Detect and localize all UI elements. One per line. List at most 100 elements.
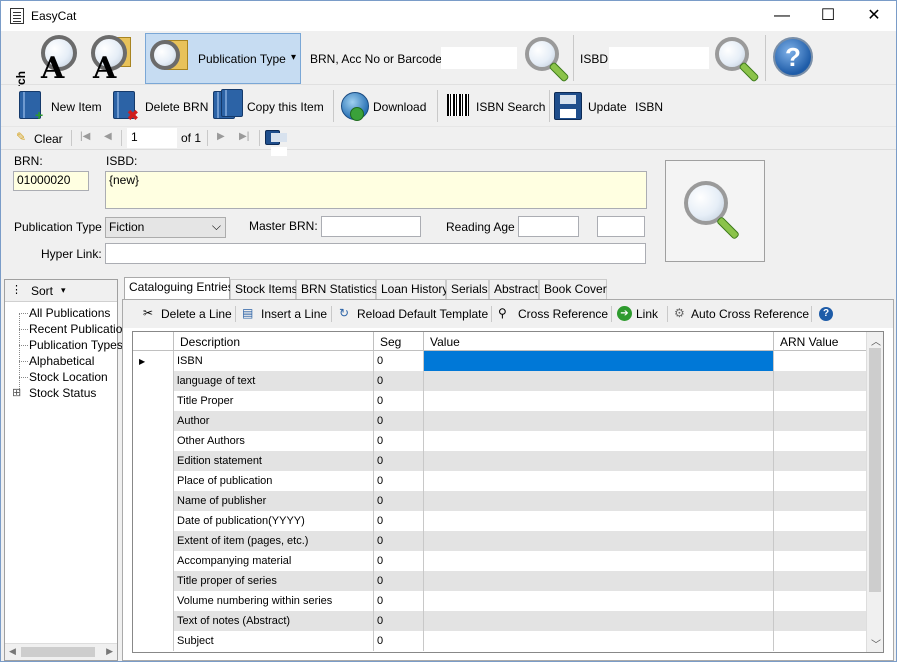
save-record-button[interactable]	[265, 130, 287, 156]
clear-button[interactable]: ✎ Clear	[15, 129, 67, 149]
cell-value[interactable]	[424, 531, 774, 551]
cell-arn-value[interactable]	[774, 431, 875, 451]
search-by-title-button[interactable]: A	[89, 33, 139, 86]
auto-cross-reference-button[interactable]: ⚙ Auto Cross Reference	[671, 303, 809, 325]
cell-description[interactable]: Date of publication(YYYY)	[174, 511, 374, 531]
cell-seg[interactable]: 0	[374, 391, 424, 411]
table-row[interactable]: Other Authors 0	[133, 431, 875, 451]
cell-value[interactable]	[424, 431, 774, 451]
cell-arn-value[interactable]	[774, 591, 875, 611]
cell-description[interactable]: Title Proper	[174, 391, 374, 411]
table-row[interactable]: language of text 0	[133, 371, 875, 391]
cell-value[interactable]	[424, 551, 774, 571]
cell-seg[interactable]: 0	[374, 631, 424, 651]
tab-brn-statistics[interactable]: BRN Statistics	[296, 279, 378, 299]
isbd-search-button[interactable]	[711, 35, 761, 83]
download-button[interactable]: Download	[339, 89, 433, 123]
table-row[interactable]: Name of publisher 0	[133, 491, 875, 511]
help-icon[interactable]: ?	[819, 307, 833, 321]
row-selector[interactable]: ▶	[133, 351, 174, 371]
cell-seg[interactable]: 0	[374, 491, 424, 511]
cell-seg[interactable]: 0	[374, 591, 424, 611]
row-selector[interactable]	[133, 391, 174, 411]
cell-seg[interactable]: 0	[374, 511, 424, 531]
first-record-button[interactable]: |◀	[80, 131, 90, 142]
cell-description[interactable]: Other Authors	[174, 431, 374, 451]
row-selector[interactable]	[133, 591, 174, 611]
tree-horizontal-scrollbar[interactable]: ◀ ▶	[5, 643, 117, 660]
reading-age-from-field[interactable]	[518, 216, 579, 237]
cell-seg[interactable]: 0	[374, 431, 424, 451]
cell-description[interactable]: Place of publication	[174, 471, 374, 491]
last-record-button[interactable]: ▶|	[239, 131, 249, 142]
cell-value[interactable]	[424, 571, 774, 591]
cell-seg[interactable]: 0	[374, 451, 424, 471]
tab-loan-history[interactable]: Loan History	[376, 279, 448, 299]
prev-record-button[interactable]: ◀	[104, 131, 112, 142]
cell-seg[interactable]: 0	[374, 471, 424, 491]
row-selector[interactable]	[133, 551, 174, 571]
cell-arn-value[interactable]	[774, 611, 875, 631]
tab-abstract[interactable]: Abstract	[489, 279, 539, 299]
cell-description[interactable]: language of text	[174, 371, 374, 391]
cell-arn-value[interactable]	[774, 491, 875, 511]
publication-type-button[interactable]: Publication Type ▾	[145, 33, 301, 84]
table-row[interactable]: Edition statement 0	[133, 451, 875, 471]
link-button[interactable]: ➔ Link	[615, 303, 663, 325]
sort-button[interactable]: ⋮ Sort ▾	[11, 282, 81, 300]
table-row[interactable]: Title proper of series 0	[133, 571, 875, 591]
cell-arn-value[interactable]	[774, 631, 875, 651]
table-row[interactable]: Date of publication(YYYY) 0	[133, 511, 875, 531]
maximize-button[interactable]: ☐	[805, 1, 851, 31]
cell-seg[interactable]: 0	[374, 411, 424, 431]
row-selector[interactable]	[133, 571, 174, 591]
cell-value[interactable]	[424, 351, 774, 371]
cell-seg[interactable]: 0	[374, 371, 424, 391]
cell-arn-value[interactable]	[774, 551, 875, 571]
table-row[interactable]: Accompanying material 0	[133, 551, 875, 571]
cell-arn-value[interactable]	[774, 451, 875, 471]
cell-description[interactable]: Accompanying material	[174, 551, 374, 571]
grid-vertical-scrollbar[interactable]: ︿ ﹀	[866, 332, 883, 652]
tab-book-cover[interactable]: Book Cover	[539, 279, 607, 299]
cell-arn-value[interactable]	[774, 511, 875, 531]
tab-cataloguing-entries[interactable]: Cataloguing Entries	[124, 277, 234, 300]
help-icon[interactable]: ?	[773, 37, 813, 77]
table-row[interactable]: Place of publication 0	[133, 471, 875, 491]
cell-arn-value[interactable]	[774, 371, 875, 391]
table-row[interactable]: Extent of item (pages, etc.) 0	[133, 531, 875, 551]
tree-item-all-publications[interactable]: All Publications	[29, 306, 110, 320]
brn-field[interactable]: 01000020	[13, 171, 89, 191]
table-row[interactable]: Volume numbering within series 0	[133, 591, 875, 611]
isbn-search-button[interactable]: ISBN Search	[445, 89, 547, 123]
tree-item-stock-status[interactable]: Stock Status	[29, 386, 96, 400]
column-header-description[interactable]: Description	[174, 332, 374, 351]
cell-value[interactable]	[424, 511, 774, 531]
tab-serials[interactable]: Serials	[446, 279, 489, 299]
row-selector[interactable]	[133, 531, 174, 551]
column-header-arn-value[interactable]: ARN Value	[774, 332, 875, 351]
cell-description[interactable]: Text of notes (Abstract)	[174, 611, 374, 631]
book-cover-preview[interactable]	[665, 160, 765, 262]
cell-seg[interactable]: 0	[374, 531, 424, 551]
row-selector[interactable]	[133, 511, 174, 531]
insert-line-button[interactable]: ▤ Insert a Line	[239, 303, 327, 325]
cell-arn-value[interactable]	[774, 531, 875, 551]
expand-icon[interactable]: ⊞	[12, 386, 21, 399]
publication-type-select[interactable]: Fiction ⌵	[105, 217, 226, 238]
master-brn-field[interactable]	[321, 216, 421, 237]
scroll-thumb[interactable]	[869, 348, 881, 592]
tree-item-recent-publication[interactable]: Recent Publication	[29, 322, 129, 336]
cell-value[interactable]	[424, 411, 774, 431]
row-selector[interactable]	[133, 471, 174, 491]
table-row[interactable]: ▶ ISBN 0	[133, 351, 875, 371]
tab-stock-items[interactable]: Stock Items	[230, 279, 298, 299]
cell-description[interactable]: Subject	[174, 631, 374, 651]
delete-line-button[interactable]: ✂ Delete a Line	[139, 303, 232, 325]
cell-value[interactable]	[424, 471, 774, 491]
cell-seg[interactable]: 0	[374, 351, 424, 371]
cell-description[interactable]: Volume numbering within series	[174, 591, 374, 611]
row-selector[interactable]	[133, 611, 174, 631]
cell-seg[interactable]: 0	[374, 611, 424, 631]
copy-item-button[interactable]: Copy this Item	[211, 89, 331, 123]
